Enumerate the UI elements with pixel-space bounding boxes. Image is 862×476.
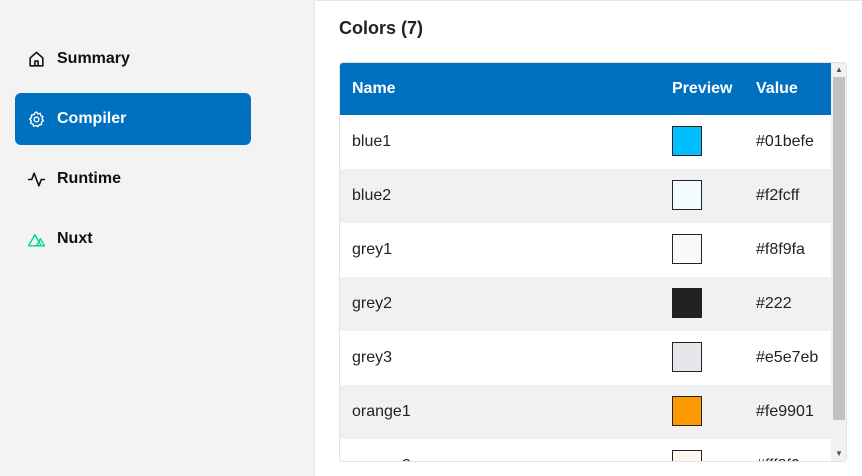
color-name: grey3 [352, 349, 393, 366]
table-row: orange1 #fe9901 [340, 385, 831, 439]
color-name: blue1 [352, 133, 392, 150]
table-row: grey1 #f8f9fa [340, 223, 831, 277]
color-swatch [672, 450, 702, 461]
column-header-preview[interactable]: Preview [672, 80, 732, 98]
color-name: orange2 [352, 457, 411, 461]
table-row: grey3 #e5e7eb [340, 331, 831, 385]
color-name: grey2 [352, 295, 393, 312]
color-swatch [672, 288, 702, 318]
color-value: #f2fcff [756, 187, 800, 204]
table-row: blue1 #01befe [340, 115, 831, 169]
color-swatch [672, 396, 702, 426]
table-body: blue1 #01befe blue2 #f2fcff grey1 #f8f9f… [340, 115, 831, 461]
table-scrollbar[interactable]: ▲ ▼ [831, 63, 846, 461]
column-header-value[interactable]: Value [756, 80, 798, 98]
home-icon [27, 50, 46, 69]
sidebar-item-summary[interactable]: Summary [15, 33, 251, 85]
sidebar-item-label: Compiler [57, 110, 127, 127]
color-value: #01befe [756, 133, 814, 150]
color-value: #fe9901 [756, 403, 814, 420]
color-value: #fff8f0 [756, 457, 800, 461]
color-value: #222 [756, 295, 792, 312]
section-title: Colors (7) [339, 18, 424, 38]
color-value: #f8f9fa [756, 241, 805, 258]
scroll-down-arrow-icon[interactable]: ▼ [831, 447, 846, 461]
sidebar-item-runtime[interactable]: Runtime [15, 153, 251, 205]
color-name: grey1 [352, 241, 393, 258]
color-swatch [672, 126, 702, 156]
table-row: orange2 #fff8f0 [340, 439, 831, 461]
scroll-thumb[interactable] [833, 77, 845, 420]
sidebar: Summary Compiler Runtime Nuxt [0, 0, 315, 476]
color-value: #e5e7eb [756, 349, 819, 366]
sidebar-item-label: Nuxt [57, 230, 93, 247]
scroll-up-arrow-icon[interactable]: ▲ [831, 63, 846, 77]
color-swatch [672, 342, 702, 372]
table-row: grey2 #222 [340, 277, 831, 331]
table-header: Name Preview Value [340, 63, 831, 115]
table-row: blue2 #f2fcff [340, 169, 831, 223]
activity-icon [27, 170, 46, 189]
color-swatch [672, 234, 702, 264]
sidebar-item-label: Runtime [57, 170, 121, 187]
sidebar-item-compiler[interactable]: Compiler [15, 93, 251, 145]
color-name: blue2 [352, 187, 392, 204]
gear-icon [27, 110, 46, 129]
color-swatch [672, 180, 702, 210]
colors-table: Name Preview Value blue1 #01befe blue2 #… [339, 62, 847, 462]
nuxt-icon [27, 230, 46, 249]
column-header-name[interactable]: Name [352, 80, 396, 98]
main-panel: Colors (7) Name Preview Value blue1 #01b… [316, 0, 862, 476]
sidebar-item-nuxt[interactable]: Nuxt [15, 213, 251, 265]
color-name: orange1 [352, 403, 411, 420]
sidebar-item-label: Summary [57, 50, 130, 67]
